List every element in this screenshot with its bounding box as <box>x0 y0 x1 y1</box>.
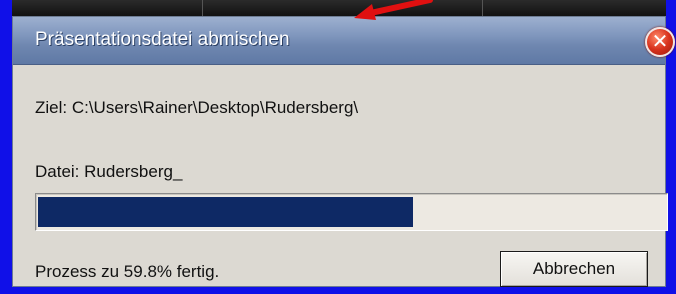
progress-bar-fill <box>38 197 413 227</box>
close-button[interactable]: ✕ <box>645 27 675 57</box>
progress-dialog: Präsentationsdatei abmischen ✕ Ziel: C:\… <box>12 16 675 287</box>
red-arrow-icon <box>354 0 433 20</box>
close-icon: ✕ <box>651 31 669 53</box>
cancel-button[interactable]: Abbrechen <box>500 251 648 287</box>
background-window-strip <box>12 0 666 16</box>
screenshot-stage: Präsentationsdatei abmischen ✕ Ziel: C:\… <box>0 0 676 294</box>
progress-status-text: Prozess zu 59.8% fertig. <box>35 262 220 281</box>
progress-bar <box>35 193 668 231</box>
dialog-title: Präsentationsdatei abmischen <box>35 29 290 50</box>
file-name-label: Datei: Rudersberg_ <box>35 162 183 181</box>
dialog-titlebar[interactable]: Präsentationsdatei abmischen ✕ <box>13 17 675 65</box>
target-path-label: Ziel: C:\Users\Rainer\Desktop\Rudersberg… <box>35 98 359 117</box>
